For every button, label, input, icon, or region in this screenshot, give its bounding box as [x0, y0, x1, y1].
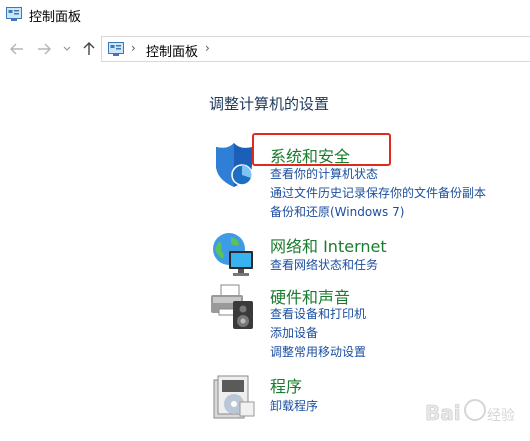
forward-button[interactable]	[35, 40, 53, 58]
control-panel-icon	[108, 42, 124, 56]
link-devices-printers[interactable]: 查看设备和打印机	[270, 305, 366, 322]
printer-speaker-icon	[211, 284, 253, 329]
window-title: 控制面板	[29, 10, 82, 25]
network-globe-icon	[213, 233, 253, 276]
title-bar: 控制面板	[0, 0, 530, 32]
address-bar[interactable]: › 控制面板 ›	[101, 36, 530, 62]
svg-text:经验: 经验	[487, 408, 515, 424]
shield-icon	[216, 143, 253, 187]
arrow-right-icon	[38, 43, 51, 55]
link-file-history[interactable]: 通过文件历史记录保存你的文件备份副本	[270, 184, 486, 201]
arrow-up-icon	[83, 42, 95, 55]
category-programs[interactable]: 程序	[270, 373, 302, 397]
chevron-down-icon	[63, 46, 71, 51]
link-add-device[interactable]: 添加设备	[270, 324, 318, 341]
arrow-left-icon	[10, 43, 23, 55]
link-view-computer-status[interactable]: 查看你的计算机状态	[270, 165, 378, 182]
control-panel-icon	[6, 7, 22, 21]
watermark-logo: Bai 经验	[425, 399, 515, 425]
link-network-status[interactable]: 查看网络状态和任务	[270, 256, 378, 273]
category-network-internet[interactable]: 网络和 Internet	[270, 233, 387, 257]
back-button[interactable]	[8, 40, 26, 58]
recent-locations-button[interactable]	[61, 40, 73, 58]
breadcrumb-separator[interactable]: ›	[205, 41, 210, 55]
category-system-security[interactable]: 系统和安全	[270, 143, 350, 167]
page-title: 调整计算机的设置	[209, 95, 330, 113]
programs-disc-icon	[213, 375, 255, 419]
breadcrumb-separator[interactable]: ›	[131, 41, 136, 55]
link-mobility-settings[interactable]: 调整常用移动设置	[270, 343, 366, 360]
breadcrumb-control-panel[interactable]: 控制面板	[146, 41, 198, 60]
link-uninstall-program[interactable]: 卸载程序	[270, 397, 318, 414]
svg-text:Bai: Bai	[425, 401, 461, 425]
link-backup-restore[interactable]: 备份和还原(Windows 7)	[270, 203, 404, 220]
up-button[interactable]	[80, 40, 98, 58]
